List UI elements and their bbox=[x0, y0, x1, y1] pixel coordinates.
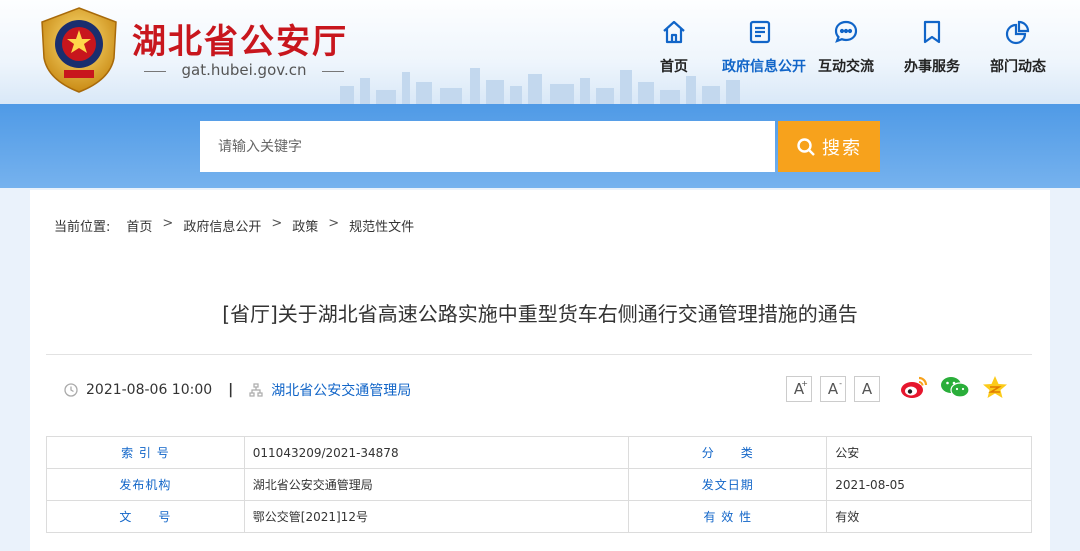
document-icon bbox=[722, 16, 798, 48]
font-increase-button[interactable]: A + bbox=[786, 376, 812, 402]
font-decrease-button[interactable]: A- bbox=[820, 376, 846, 402]
qzone-star-icon bbox=[983, 376, 1007, 398]
nav-item-interaction[interactable]: 互动交流 bbox=[808, 16, 884, 76]
info-key: 索 引 号 bbox=[46, 436, 245, 469]
weibo-icon bbox=[901, 376, 928, 398]
breadcrumb-regulations[interactable]: 规范性文件 bbox=[349, 216, 414, 235]
article-title: [省厅]关于湖北省高速公路实施中重型货车右侧通行交通管理措施的通告 bbox=[222, 302, 858, 326]
info-key: 分 类 bbox=[628, 436, 828, 469]
site-header: 湖北省公安厅 gat.hubei.gov.cn 首页 政府信息公开 互动交流 办… bbox=[0, 0, 1080, 104]
nav-label: 部门动态 bbox=[990, 59, 1046, 75]
nav-label: 首页 bbox=[660, 59, 688, 75]
nav-label: 互动交流 bbox=[818, 59, 874, 75]
info-value: 鄂公交管[2021]12号 bbox=[243, 500, 630, 533]
main-nav: 首页 政府信息公开 互动交流 办事服务 部门动态 bbox=[636, 16, 1066, 76]
nav-label: 办事服务 bbox=[904, 59, 960, 75]
nav-item-dept-news[interactable]: 部门动态 bbox=[980, 16, 1056, 76]
info-value: 公安 bbox=[826, 436, 1032, 469]
info-value: 有效 bbox=[826, 500, 1032, 533]
search-input[interactable] bbox=[200, 121, 775, 172]
breadcrumb-gov-info[interactable]: 政府信息公开 bbox=[183, 216, 261, 235]
info-value: 011043209/2021-34878 bbox=[243, 436, 630, 469]
qzone-share-button[interactable] bbox=[982, 375, 1008, 403]
nav-item-gov-info[interactable]: 政府信息公开 bbox=[722, 16, 806, 76]
article-meta: 2021-08-06 10:00 | 湖北省公安交通管理局 bbox=[64, 380, 411, 400]
breadcrumb-policy[interactable]: 政策 bbox=[292, 216, 318, 235]
site-title: 湖北省公安厅 bbox=[132, 22, 348, 62]
clock-icon bbox=[64, 383, 78, 397]
title-divider bbox=[46, 354, 1032, 355]
main-content: 当前位置: 首页 > 政府信息公开 > 政策 > 规范性文件 [省厅]关于湖北省… bbox=[30, 190, 1050, 551]
publisher: 湖北省公安交通管理局 bbox=[271, 383, 412, 399]
wechat-share-button[interactable] bbox=[940, 375, 970, 403]
table-row: 文 号 鄂公交管[2021]12号 有 效 性 有效 bbox=[46, 500, 1032, 533]
pie-chart-icon bbox=[980, 16, 1056, 48]
breadcrumb-separator: > bbox=[162, 216, 174, 231]
wechat-icon bbox=[941, 377, 970, 398]
breadcrumb-lead: 当前位置: bbox=[54, 220, 111, 235]
org-structure-icon bbox=[249, 383, 263, 397]
info-value: 2021-08-05 bbox=[826, 468, 1032, 501]
nav-item-services[interactable]: 办事服务 bbox=[894, 16, 970, 76]
police-emblem-logo bbox=[41, 7, 117, 93]
breadcrumb-home[interactable]: 首页 bbox=[126, 216, 152, 235]
nav-item-home[interactable]: 首页 bbox=[636, 16, 712, 76]
table-row: 发布机构 湖北省公安交通管理局 发文日期 2021-08-05 bbox=[46, 468, 1032, 501]
font-default-button[interactable]: A bbox=[854, 376, 880, 402]
weibo-share-button[interactable] bbox=[900, 375, 928, 403]
site-url: gat.hubei.gov.cn bbox=[144, 61, 344, 79]
info-value: 湖北省公安交通管理局 bbox=[243, 468, 630, 501]
chat-icon bbox=[808, 16, 884, 48]
bookmark-icon bbox=[894, 16, 970, 48]
info-key: 有 效 性 bbox=[628, 500, 828, 533]
search-band: 搜索 bbox=[0, 104, 1080, 188]
publish-datetime: 2021-08-06 10:00 bbox=[86, 382, 213, 398]
breadcrumb-separator: > bbox=[328, 216, 340, 231]
search-button[interactable]: 搜索 bbox=[778, 121, 880, 172]
home-icon bbox=[636, 16, 712, 48]
search-icon bbox=[797, 137, 815, 156]
info-key: 文 号 bbox=[46, 500, 245, 533]
nav-label: 政府信息公开 bbox=[722, 59, 806, 75]
meta-divider: | bbox=[228, 382, 234, 398]
document-info-table: 索 引 号 011043209/2021-34878 分 类 公安 发布机构 湖… bbox=[46, 436, 1032, 533]
info-key: 发文日期 bbox=[628, 468, 828, 501]
breadcrumb-separator: > bbox=[271, 216, 283, 231]
info-key: 发布机构 bbox=[46, 468, 245, 501]
table-row: 索 引 号 011043209/2021-34878 分 类 公安 bbox=[46, 436, 1032, 469]
article-tools: A + A- A bbox=[786, 375, 1008, 403]
search-button-label: 搜索 bbox=[822, 137, 862, 159]
breadcrumb: 当前位置: 首页 > 政府信息公开 > 政策 > 规范性文件 bbox=[54, 216, 414, 235]
